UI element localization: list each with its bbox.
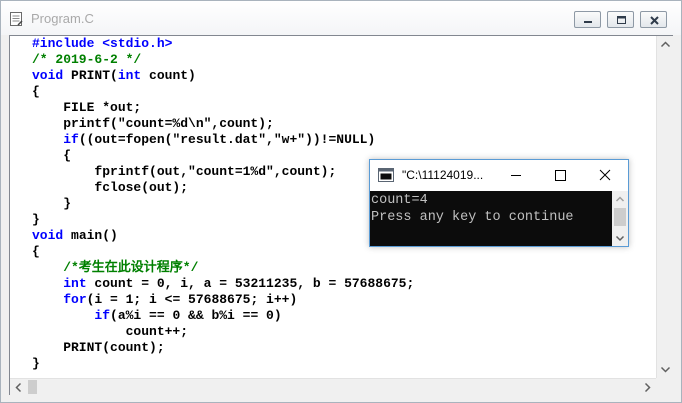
code-line: fclose(out); [32, 180, 414, 196]
console-output-line: Press any key to continue [371, 210, 574, 225]
code-token: } [32, 212, 40, 227]
comment-token: /*考生在此设计程序*/ [32, 260, 199, 275]
restore-icon [617, 16, 626, 24]
code-line: { [32, 84, 414, 100]
code-token: (i = 1; i <= 57688675; i++) [86, 292, 298, 307]
document-icon [9, 12, 23, 26]
code-token: count) [141, 68, 196, 83]
close-icon [599, 169, 611, 181]
editor-title-bar[interactable]: Program.C [1, 1, 681, 35]
code-line: { [32, 148, 414, 164]
scroll-down-button[interactable] [657, 361, 674, 378]
maximize-icon [555, 170, 566, 181]
minimize-button[interactable] [574, 11, 601, 28]
arrow-up-icon [660, 41, 671, 48]
console-maximize-button[interactable] [538, 160, 582, 191]
keyword-token: if [63, 132, 79, 147]
keyword-token: void [32, 68, 64, 83]
code-line: fprintf(out,"count=1%d",count); [32, 164, 414, 180]
arrow-right-icon [644, 382, 651, 393]
code-line: int count = 0, i, a = 53211235, b = 5768… [32, 276, 414, 292]
code-line: count++; [32, 324, 414, 340]
arrow-left-icon [15, 382, 22, 393]
code-token: ((out=fopen("result.dat","w+"))!=NULL) [78, 132, 376, 147]
code-line: PRINT(count); [32, 340, 414, 356]
code-line: for(i = 1; i <= 57688675; i++) [32, 292, 414, 308]
close-button[interactable] [640, 11, 667, 28]
restore-button[interactable] [607, 11, 634, 28]
close-icon [650, 16, 659, 25]
console-output: count=4 Press any key to continue [370, 191, 612, 246]
code-token: fclose(out); [32, 180, 189, 195]
console-output-line: count=4 [371, 193, 428, 208]
code-token: { [32, 244, 40, 259]
comment-token: /* 2019-6-2 */ [32, 52, 142, 67]
console-text: count=4 Press any key to continue [371, 192, 574, 226]
code-line: } [32, 356, 414, 372]
code-token: main() [63, 228, 118, 243]
editor-title: Program.C [31, 11, 94, 26]
keyword-token: int [117, 68, 142, 83]
code-line: if((out=fopen("result.dat","w+"))!=NULL) [32, 132, 414, 148]
scroll-left-button[interactable] [10, 379, 27, 396]
scroll-right-button[interactable] [639, 379, 656, 396]
code-token: FILE *out; [32, 100, 142, 115]
console-vertical-scrollbar[interactable] [612, 191, 628, 246]
code-token: (a%i == 0 && b%i == 0) [110, 308, 282, 323]
code-line: if(a%i == 0 && b%i == 0) [32, 308, 414, 324]
code-text[interactable]: #include <stdio.h>/* 2019-6-2 */void PRI… [32, 36, 414, 372]
horizontal-scroll-thumb[interactable] [28, 380, 37, 394]
scroll-up-button[interactable] [657, 36, 674, 53]
code-token: { [32, 84, 40, 99]
console-close-button[interactable] [583, 160, 627, 191]
code-line: { [32, 244, 414, 260]
console-minimize-button[interactable] [494, 160, 538, 191]
code-token: PRINT( [63, 68, 118, 83]
arrow-down-icon[interactable] [612, 230, 628, 246]
vertical-scrollbar[interactable] [656, 36, 674, 378]
minimize-icon [584, 21, 592, 23]
keyword-token: int [63, 276, 87, 291]
console-title: "C:\11124019... [402, 168, 484, 182]
console-title-bar[interactable]: "C:\11124019... [370, 160, 628, 191]
code-token: } [32, 356, 40, 371]
size-grip [656, 378, 673, 395]
console-scroll-thumb[interactable] [614, 208, 626, 226]
keyword-token: if [94, 308, 111, 323]
code-token: count++; [32, 324, 189, 339]
code-line: } [32, 196, 414, 212]
keyword-token: void [32, 228, 64, 243]
code-token: count = 0, i, a = 53211235, b = 57688675… [86, 276, 415, 291]
code-token: } [32, 196, 72, 211]
code-line: printf("count=%d\n",count); [32, 116, 414, 132]
console-window: "C:\11124019... count=4 Press any key to … [369, 159, 629, 247]
code-token: printf("count=%d\n",count); [32, 116, 274, 131]
code-line: #include <stdio.h> [32, 36, 414, 52]
code-line: void main() [32, 228, 414, 244]
minimize-icon [511, 175, 521, 176]
arrow-up-icon[interactable] [612, 191, 628, 207]
code-line: /* 2019-6-2 */ [32, 52, 414, 68]
code-token: PRINT(count); [32, 340, 165, 355]
keyword-token: for [63, 292, 87, 307]
code-token: fprintf(out,"count=1%d",count); [32, 164, 337, 179]
code-line: } [32, 212, 414, 228]
arrow-down-icon [660, 366, 671, 373]
console-app-icon [378, 168, 394, 182]
code-line: /*考生在此设计程序*/ [32, 260, 414, 276]
preprocessor-token: #include <stdio.h> [32, 36, 173, 51]
code-token: { [32, 148, 72, 163]
horizontal-scrollbar[interactable] [10, 378, 656, 396]
code-line: void PRINT(int count) [32, 68, 414, 84]
code-line: FILE *out; [32, 100, 414, 116]
